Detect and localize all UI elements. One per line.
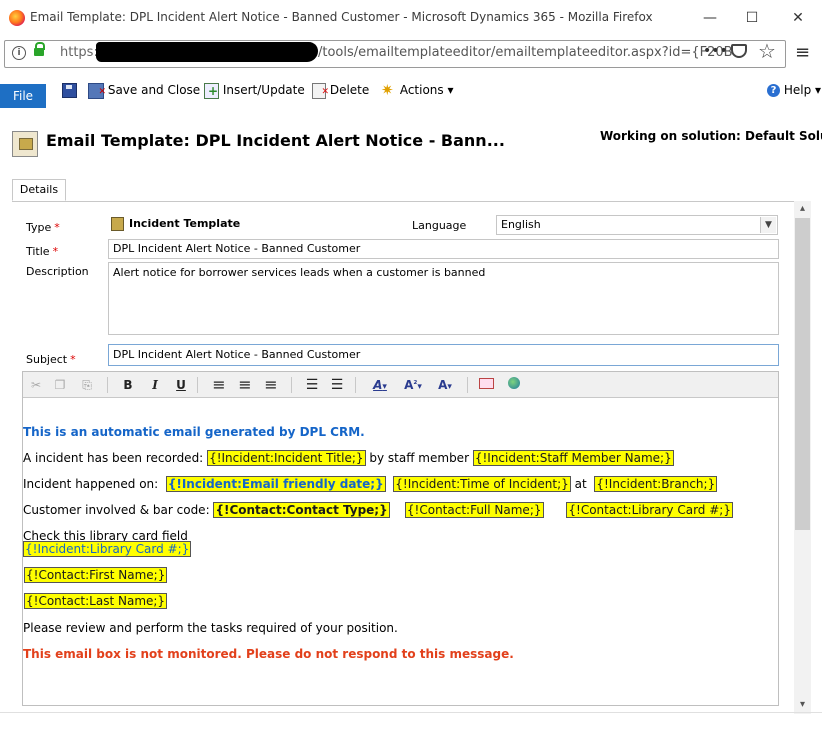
chevron-down-icon: ▾: [815, 83, 822, 97]
numbered-list-icon[interactable]: ☰: [304, 377, 320, 393]
editor-toolbar: ✂ ❐ ⎘ B I U ≡ ≡ ≡ ☰ ☰ A▾ A²▾ A▾: [23, 372, 778, 398]
url-path: /tools/emailtemplateeditor/emailtemplate…: [318, 45, 733, 60]
font-family-button[interactable]: A▾: [369, 377, 391, 393]
scroll-up-icon[interactable]: ▴: [794, 201, 811, 217]
merge-field-first-name[interactable]: {!Contact:First Name;}: [24, 567, 168, 583]
customer-line: Customer involved & bar code: {!Contact:…: [23, 502, 733, 518]
insert-link-icon[interactable]: [478, 377, 494, 393]
address-bar-area: i https:// /tools/emailtemplateeditor/em…: [0, 36, 822, 70]
merge-field-time-of-incident[interactable]: {!Incident:Time of Incident;}: [393, 476, 571, 492]
italic-button[interactable]: I: [148, 377, 162, 393]
page-title: Email Template: DPL Incident Alert Notic…: [46, 131, 505, 150]
help-label: Help: [783, 83, 812, 97]
actions-button[interactable]: ✷ Actions ▾: [381, 80, 454, 100]
maximize-icon[interactable]: ☐: [742, 8, 762, 28]
underline-button[interactable]: U: [174, 377, 188, 393]
title-field[interactable]: DPL Incident Alert Notice - Banned Custo…: [108, 239, 779, 259]
merge-field-library-card[interactable]: {!Contact:Library Card #;}: [566, 502, 733, 518]
title-label: Title *: [26, 245, 59, 258]
paste-icon[interactable]: ⎘: [79, 377, 95, 393]
lock-icon[interactable]: [34, 42, 45, 56]
incident-recorded-line: A incident has been recorded: {!Incident…: [23, 450, 674, 466]
info-icon[interactable]: i: [12, 46, 26, 60]
template-type-icon: [111, 217, 124, 231]
copy-icon[interactable]: ❐: [53, 377, 67, 393]
help-button[interactable]: ? Help ▾: [767, 80, 821, 100]
delete-label: Delete: [329, 83, 370, 97]
merge-field-incident-title[interactable]: {!Incident:Incident Title;}: [207, 450, 366, 466]
last-name-line: {!Contact:Last Name;}: [24, 593, 168, 609]
merge-field-contact-type[interactable]: {!Contact:Contact Type;}: [213, 502, 390, 518]
language-label: Language: [412, 219, 467, 232]
help-icon: ?: [767, 84, 780, 97]
toolbar-separator: [291, 377, 292, 393]
scroll-down-icon[interactable]: ▾: [794, 697, 811, 713]
warning-line: This email box is not monitored. Please …: [23, 647, 514, 661]
window-title-bar: Email Template: DPL Incident Alert Notic…: [0, 0, 822, 36]
merge-field-incident-library-card[interactable]: {!Incident:Library Card #;}: [23, 541, 192, 557]
subject-label: Subject *: [26, 353, 76, 366]
toolbar-separator: [107, 377, 108, 393]
bulleted-list-icon[interactable]: ☰: [329, 377, 345, 393]
insert-update-label: Insert/Update: [222, 83, 305, 97]
close-icon[interactable]: ✕: [788, 8, 808, 28]
insert-icon: [204, 81, 219, 101]
merge-field-full-name[interactable]: {!Contact:Full Name;}: [404, 502, 544, 518]
actions-label: Actions: [399, 83, 444, 97]
bold-button[interactable]: B: [121, 377, 135, 393]
merge-field-last-name[interactable]: {!Contact:Last Name;}: [24, 593, 168, 609]
solution-indicator: Working on solution: Default Solution: [600, 129, 822, 143]
toolbar-separator: [197, 377, 198, 393]
file-button[interactable]: File: [0, 84, 46, 108]
firefox-icon: [9, 10, 25, 26]
intro-line: This is an automatic email generated by …: [23, 425, 365, 439]
merge-field-staff-member[interactable]: {!Incident:Staff Member Name;}: [472, 450, 674, 466]
description-field[interactable]: Alert notice for borrower services leads…: [108, 262, 779, 335]
library-card-field-line: {!Incident:Library Card #;}: [23, 541, 192, 557]
language-value: English: [501, 218, 541, 231]
window-title: Email Template: DPL Incident Alert Notic…: [30, 10, 653, 24]
cut-icon[interactable]: ✂: [29, 377, 43, 393]
review-line: Please review and perform the tasks requ…: [23, 621, 398, 635]
minimize-icon[interactable]: —: [700, 8, 720, 28]
merge-field-branch[interactable]: {!Incident:Branch;}: [594, 476, 718, 492]
delete-button[interactable]: Delete: [312, 80, 370, 102]
save-and-close-button[interactable]: Save and Close: [88, 80, 201, 102]
toolbar-separator: [467, 377, 468, 393]
font-color-button[interactable]: A▾: [433, 377, 457, 393]
save-close-icon: [88, 82, 106, 102]
subject-field[interactable]: DPL Incident Alert Notice - Banned Custo…: [108, 344, 779, 366]
email-template-icon: [12, 131, 38, 157]
first-name-line: {!Contact:First Name;}: [24, 567, 168, 583]
chevron-down-icon: ▾: [447, 83, 454, 97]
align-left-icon[interactable]: ≡: [211, 377, 227, 393]
page-actions-icon[interactable]: •••: [703, 43, 728, 59]
type-label: Type *: [26, 221, 60, 234]
insert-update-button[interactable]: Insert/Update: [204, 80, 305, 101]
bottom-divider: [0, 712, 822, 713]
language-select[interactable]: English ▼: [496, 215, 778, 235]
type-value: Incident Template: [129, 217, 241, 230]
command-ribbon: File Save and Close Insert/Update Delete…: [0, 76, 822, 108]
incident-date-line: Incident happened on: {!Incident:Email f…: [23, 476, 718, 492]
save-icon: [62, 83, 77, 98]
delete-icon: [312, 82, 329, 102]
bookmark-star-icon[interactable]: ☆: [758, 39, 776, 63]
save-button[interactable]: [62, 80, 77, 100]
chevron-down-icon[interactable]: ▼: [760, 217, 776, 233]
align-right-icon[interactable]: ≡: [263, 377, 279, 393]
description-label: Description: [26, 265, 89, 278]
hamburger-menu-icon[interactable]: ≡: [795, 42, 810, 63]
scrollbar-thumb[interactable]: [795, 218, 810, 530]
font-size-button[interactable]: A²▾: [401, 377, 425, 393]
actions-icon: ✷: [381, 81, 394, 99]
redacted-hostname: [96, 42, 318, 62]
merge-field-email-friendly-date[interactable]: {!Incident:Email friendly date;}: [165, 476, 386, 492]
save-and-close-label: Save and Close: [107, 83, 201, 97]
tab-details[interactable]: Details: [12, 179, 66, 201]
tab-divider: [12, 201, 810, 202]
globe-icon[interactable]: [506, 377, 522, 393]
align-center-icon[interactable]: ≡: [237, 377, 253, 393]
toolbar-separator: [355, 377, 356, 393]
